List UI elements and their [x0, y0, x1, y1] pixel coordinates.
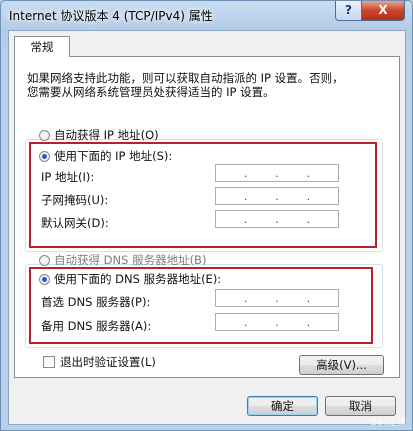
auto-ip-radio[interactable] [39, 129, 50, 141]
description-text: 如果网络支持此功能，则可以获取自动指派的 IP 设置。否则， 您需要从网络系统管… [27, 71, 387, 99]
validate-on-exit-checkbox[interactable] [43, 356, 55, 368]
tab-general[interactable]: 常规 [14, 36, 70, 57]
highlight-ip-box [29, 142, 377, 248]
validate-on-exit-label: 退出时验证设置(L) [60, 355, 156, 369]
watermark: Bai经验 [370, 417, 406, 428]
auto-dns-radio[interactable] [39, 254, 50, 266]
description-line-1: 如果网络支持此功能，则可以获取自动指派的 IP 设置。否则， [27, 71, 344, 85]
help-button[interactable]: ? [335, 1, 362, 21]
dialog-window: Internet 协议版本 4 (TCP/IPv4) 属性 ? X 常规 如果网… [0, 0, 413, 431]
title-bar[interactable]: Internet 协议版本 4 (TCP/IPv4) 属性 ? X [1, 1, 412, 29]
close-button[interactable]: X [361, 1, 405, 21]
auto-dns-label: 自动获得 DNS 服务器地址(B) [54, 253, 207, 267]
ok-button[interactable]: 确定 [247, 396, 318, 416]
auto-ip-label: 自动获得 IP 地址(O) [54, 128, 159, 142]
validate-on-exit-option[interactable]: 退出时验证设置(L) [43, 354, 156, 370]
auto-dns-option[interactable]: 自动获得 DNS 服务器地址(B) [39, 252, 206, 268]
description-line-2: 您需要从网络系统管理员处获得适当的 IP 设置。 [27, 85, 275, 99]
window-title: Internet 协议版本 4 (TCP/IPv4) 属性 [9, 9, 213, 23]
auto-ip-option[interactable]: 自动获得 IP 地址(O) [39, 127, 159, 143]
highlight-dns-box [29, 267, 373, 344]
dialog-body: 常规 如果网络支持此功能，则可以获取自动指派的 IP 设置。否则， 您需要从网络… [8, 30, 406, 425]
advanced-button[interactable]: 高级(V)... [299, 355, 384, 375]
